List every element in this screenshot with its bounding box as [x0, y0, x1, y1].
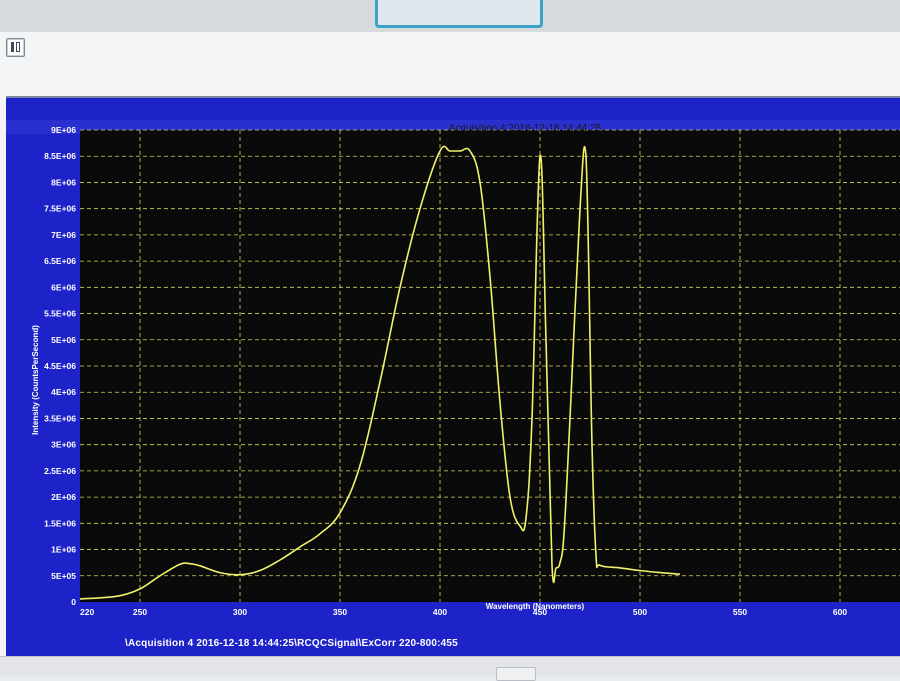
y-tick-label: 5E+06: [51, 335, 76, 345]
x-tick-label: 350: [333, 607, 347, 617]
y-tick-label: 0: [71, 597, 76, 607]
bottom-button[interactable]: [496, 667, 536, 681]
x-tick-label: 500: [633, 607, 647, 617]
y-tick-label: 4.5E+06: [44, 361, 76, 371]
y-tick-label: 4E+06: [51, 387, 76, 397]
y-tick-label: 3.5E+06: [44, 413, 76, 423]
x-tick-label: 400: [433, 607, 447, 617]
y-axis-ticks: 0 5E+05 1E+06 1.5E+06 2E+06 2.5E+06 3E+06 3.5E+…: [44, 125, 76, 607]
y-axis-label: Intensity (CountsPerSecond): [31, 325, 40, 435]
y-tick-label: 5.5E+06: [44, 309, 76, 319]
chart-title: Acquisition 4 2016-12-18 14:44:25: [449, 123, 602, 134]
y-tick-label: 7.5E+06: [44, 204, 76, 214]
x-axis-ticks: 220 250 300 350 400 450 500 550 600: [80, 607, 847, 617]
y-tick-label: 7E+06: [51, 230, 76, 240]
spectrum-chart: 0 5E+05 1E+06 1.5E+06 2E+06 2.5E+06 3E+06 3.5E+…: [31, 123, 900, 617]
app-window: 0 5E+05 1E+06 1.5E+06 2E+06 2.5E+06 3E+06 3.5E+…: [0, 0, 900, 681]
y-tick-label: 6E+06: [51, 282, 76, 292]
y-tick-label: 8E+06: [51, 177, 76, 187]
x-tick-label: 550: [733, 607, 747, 617]
x-axis-label: Wavelength (Nanometers): [486, 602, 585, 611]
y-tick-label: 8.5E+06: [44, 151, 76, 161]
y-tick-label: 5E+05: [51, 571, 76, 581]
y-tick-label: 1E+06: [51, 545, 76, 555]
acquisition-path-label: \Acquisition 4 2016-12-18 14:44:25\RCQCS…: [125, 638, 458, 649]
bottom-toolbar-strip: [0, 656, 900, 676]
x-tick-label: 220: [80, 607, 94, 617]
y-tick-label: 6.5E+06: [44, 256, 76, 266]
y-tick-label: 9E+06: [51, 125, 76, 135]
y-tick-label: 2.5E+06: [44, 466, 76, 476]
y-tick-label: 2E+06: [51, 492, 76, 502]
x-tick-label: 600: [833, 607, 847, 617]
y-tick-label: 1.5E+06: [44, 518, 76, 528]
x-tick-label: 250: [133, 607, 147, 617]
y-tick-label: 3E+06: [51, 440, 76, 450]
x-tick-label: 300: [233, 607, 247, 617]
